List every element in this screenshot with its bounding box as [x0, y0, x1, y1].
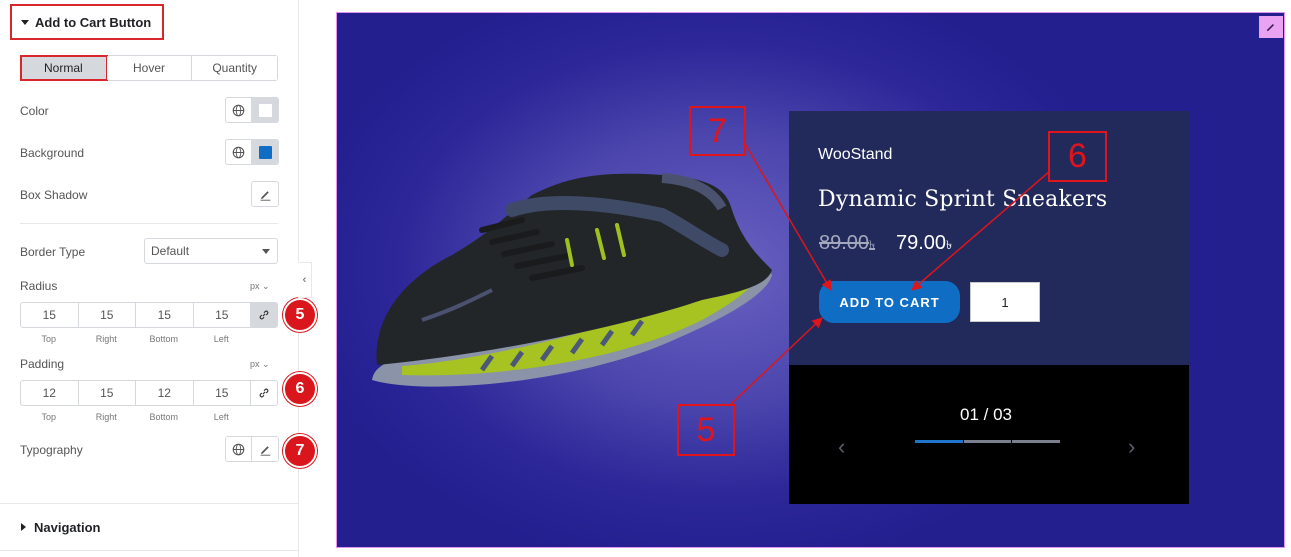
callout-6: 6 [1048, 131, 1107, 182]
globe-icon [232, 146, 245, 158]
top-label: Top [41, 334, 56, 344]
radius-label: Radius [20, 279, 58, 293]
color-label: Color [20, 104, 49, 118]
quantity-input[interactable]: 1 [970, 282, 1040, 322]
right-label: Right [95, 412, 117, 422]
padding-left-input[interactable]: 15 [194, 381, 251, 405]
background-picker-button[interactable] [252, 140, 278, 164]
pencil-icon [260, 190, 270, 201]
radius-left-input[interactable]: 15 [194, 303, 251, 327]
typography-edit-button[interactable] [252, 437, 278, 461]
step-badge-7: 7 [283, 434, 317, 468]
step-badge-5: 5 [283, 298, 317, 332]
slide-counter: 01 / 03 [960, 405, 1012, 424]
typography-label: Typography [20, 443, 83, 457]
box-shadow-label: Box Shadow [20, 188, 88, 202]
border-type-value: Default [151, 244, 190, 258]
state-tabs: Normal Hover Quantity [20, 55, 278, 81]
background-swatch [258, 145, 272, 159]
radius-side-labels: Top Right Bottom Left [20, 334, 250, 344]
chevron-left-icon: ‹ [302, 274, 307, 286]
padding-label: Padding [20, 357, 65, 371]
bottom-label: Bottom [149, 334, 178, 344]
add-to-cart-button[interactable]: ADD TO CART [819, 281, 960, 323]
navigation-section-header[interactable]: Navigation [0, 503, 299, 551]
background-label: Background [20, 146, 85, 160]
link-icon [259, 388, 269, 398]
color-swatch [258, 103, 272, 117]
callout-5: 5 [677, 404, 735, 456]
radius-bottom-input[interactable]: 15 [136, 303, 194, 327]
next-slide-arrow[interactable]: › [1128, 434, 1135, 460]
product-title[interactable]: Dynamic Sprint Sneakers [818, 187, 1107, 212]
typography-control [225, 436, 279, 462]
padding-right-input[interactable]: 15 [79, 381, 136, 405]
right-label: Right [95, 334, 117, 344]
settings-panel: Add to Cart Button Normal Hover Quantity… [0, 0, 317, 557]
padding-unit: px [250, 359, 260, 369]
globe-icon [232, 104, 245, 116]
radius-top-input[interactable]: 15 [21, 303, 79, 327]
bottom-label: Bottom [149, 412, 178, 422]
tab-hover[interactable]: Hover [106, 56, 193, 80]
callout-7: 7 [689, 106, 746, 156]
pencil-icon [1266, 24, 1274, 32]
step-badge-6: 6 [283, 372, 317, 406]
regular-price-value: 89.00 [819, 232, 870, 254]
radius-inputs: 15 15 15 15 [20, 302, 278, 328]
regular-price: 89.00৳ [819, 232, 875, 257]
sale-price-value: 79.00 [896, 232, 947, 254]
color-control [225, 97, 279, 123]
tab-normal[interactable]: Normal [20, 55, 108, 81]
pencil-icon [260, 445, 270, 456]
currency-symbol: ৳ [869, 238, 876, 252]
navigation-title: Navigation [34, 519, 101, 535]
radius-link-button[interactable] [251, 303, 277, 327]
padding-unit-selector[interactable]: px ⌄ [250, 359, 270, 370]
border-type-select[interactable]: Default [144, 238, 278, 264]
padding-inputs: 12 15 12 15 [20, 380, 278, 406]
global-color-button[interactable] [226, 98, 252, 122]
collapse-panel-button[interactable]: ‹ [298, 262, 312, 298]
radius-unit-selector[interactable]: px ⌄ [250, 281, 270, 292]
progress-segment [915, 440, 963, 443]
sale-price: 79.00৳ [896, 232, 952, 257]
padding-side-labels: Top Right Bottom Left [20, 412, 250, 422]
global-background-button[interactable] [226, 140, 252, 164]
left-label: Left [213, 412, 229, 422]
box-shadow-edit-button[interactable] [252, 182, 278, 206]
caret-right-icon [21, 523, 26, 531]
product-brand: WooStand [818, 146, 893, 163]
add-to-cart-section-header[interactable]: Add to Cart Button [10, 4, 164, 40]
progress-segment [963, 440, 1012, 443]
border-type-label: Border Type [20, 245, 86, 259]
radius-unit: px [250, 281, 260, 291]
caret-down-icon [21, 19, 29, 25]
padding-bottom-input[interactable]: 12 [136, 381, 194, 405]
slide-progress-bar [915, 440, 1061, 443]
divider [20, 223, 278, 224]
box-shadow-control [251, 181, 279, 207]
background-control [225, 139, 279, 165]
link-icon [259, 310, 269, 320]
color-picker-button[interactable] [252, 98, 278, 122]
global-typography-button[interactable] [226, 437, 252, 461]
currency-symbol: ৳ [946, 238, 953, 252]
tab-quantity[interactable]: Quantity [192, 56, 278, 80]
edit-widget-button[interactable] [1259, 16, 1283, 38]
prev-slide-arrow[interactable]: ‹ [838, 434, 845, 460]
globe-icon [232, 443, 245, 455]
top-label: Top [41, 412, 56, 422]
chevron-down-icon [262, 249, 270, 254]
padding-top-input[interactable]: 12 [21, 381, 79, 405]
product-image-sneaker [372, 173, 772, 387]
padding-link-button[interactable] [251, 381, 277, 405]
section-title: Add to Cart Button [35, 14, 152, 30]
left-label: Left [213, 334, 229, 344]
radius-right-input[interactable]: 15 [79, 303, 136, 327]
progress-segment [1012, 440, 1061, 443]
